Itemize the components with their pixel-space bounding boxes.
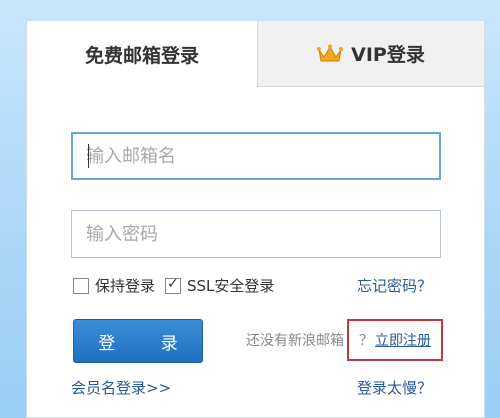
email-input[interactable] <box>71 132 441 180</box>
login-panel: 免费邮箱登录 VIP登录 保持登录 SSL安全登录 忘记密码？ 登 录 还没有新… <box>26 20 485 418</box>
no-account-text: 还没有新浪邮箱 <box>246 333 344 349</box>
login-tabs: 免费邮箱登录 VIP登录 <box>27 21 484 87</box>
ssl-login-label: SSL安全登录 <box>187 277 275 295</box>
login-button[interactable]: 登 录 <box>73 319 203 363</box>
keep-login-label: 保持登录 <box>95 277 156 295</box>
tab-free-label: 免费邮箱登录 <box>84 44 199 67</box>
tab-vip-login[interactable]: VIP登录 <box>257 21 484 87</box>
text-caret <box>88 144 89 168</box>
register-now-link[interactable]: 立即注册 <box>375 330 431 350</box>
register-highlight-box: ？ 立即注册 <box>347 319 443 361</box>
member-name-login-link[interactable]: 会员名登录>> <box>71 377 171 398</box>
login-too-slow-link[interactable]: 登录太慢？ <box>357 377 432 398</box>
tab-vip-label: VIP登录 <box>351 44 425 66</box>
password-input[interactable] <box>71 210 441 258</box>
ssl-login-checkbox[interactable] <box>165 276 182 294</box>
tab-free-mail-login[interactable]: 免费邮箱登录 <box>27 21 257 87</box>
register-question-mark: ？ <box>359 333 373 349</box>
crown-icon <box>317 44 344 61</box>
forgot-password-link[interactable]: 忘记密码？ <box>357 275 432 296</box>
keep-login-checkbox[interactable] <box>73 277 89 294</box>
login-options: 保持登录 SSL安全登录 <box>73 275 284 296</box>
